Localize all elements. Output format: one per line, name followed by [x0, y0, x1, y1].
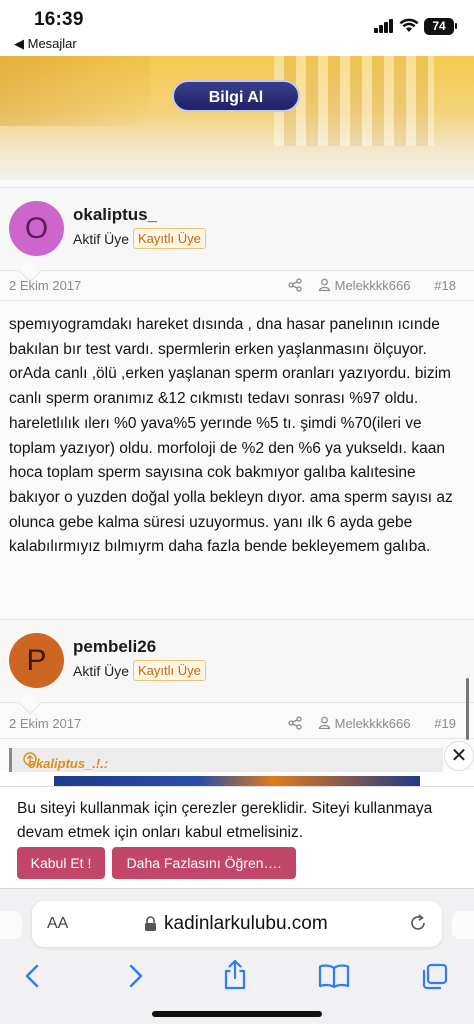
- post-meta: 2 Ekim 2017 Melekkkk666 #18: [0, 274, 474, 298]
- share-icon[interactable]: [288, 278, 302, 292]
- username[interactable]: okaliptus_: [73, 205, 157, 225]
- reload-icon[interactable]: [408, 913, 428, 933]
- battery-indicator: 74: [424, 18, 457, 35]
- bookmarks-icon[interactable]: [318, 963, 350, 989]
- address-bar[interactable]: AA kadinlarkulubu.com: [32, 901, 442, 947]
- status-bar: 16:39 ◀ Mesajlar 74: [0, 0, 474, 56]
- promo-banner: Bilgi Al: [0, 56, 474, 180]
- post-date[interactable]: 2 Ekim 2017: [9, 716, 81, 731]
- quote-block[interactable]: okaliptus_.!.:: [9, 748, 443, 772]
- user-title: Aktif Üye: [73, 663, 130, 679]
- lock-icon: [145, 916, 156, 931]
- member-badge: Kayıtlı Üye: [133, 660, 206, 681]
- browser-toolbar: AA kadinlarkulubu.com: [0, 888, 474, 1024]
- avatar[interactable]: O: [9, 201, 64, 256]
- post-meta: 2 Ekim 2017 Melekkkk666 #19: [0, 712, 474, 736]
- learn-more-button[interactable]: Daha Fazlasını Öğren….: [112, 847, 296, 879]
- post-user-header: O okaliptus_ Aktif Üye Kayıtlı Üye: [0, 187, 474, 283]
- post-author-ref[interactable]: Melekkkk666: [318, 278, 411, 293]
- accept-cookies-button[interactable]: Kabul Et !: [17, 847, 105, 879]
- close-icon[interactable]: ✕: [444, 741, 474, 771]
- quote-author[interactable]: okaliptus_.!.:: [28, 756, 108, 771]
- bilgi-al-button[interactable]: Bilgi Al: [172, 80, 300, 112]
- home-indicator: [152, 1011, 322, 1017]
- forward-icon[interactable]: [124, 963, 146, 989]
- wifi-icon: [399, 18, 419, 32]
- reader-aa-button[interactable]: AA: [47, 915, 68, 933]
- post-author-ref[interactable]: Melekkkk666: [318, 716, 411, 731]
- user-icon: [318, 278, 331, 292]
- cookie-text: Bu siteyi kullanmak için çerezler gerekl…: [17, 800, 433, 841]
- next-tab-peek[interactable]: [452, 911, 474, 939]
- post-date[interactable]: 2 Ekim 2017: [9, 278, 81, 293]
- share-icon[interactable]: [288, 716, 302, 730]
- back-to-app-link[interactable]: ◀ Mesajlar: [14, 36, 77, 52]
- back-icon[interactable]: [22, 963, 44, 989]
- post-body: spemıyogramdakı hareket dısında , dna ha…: [9, 316, 453, 556]
- previous-tab-peek[interactable]: [0, 911, 22, 939]
- post-user-header: P pembeli26 Aktif Üye Kayıtlı Üye: [0, 619, 474, 715]
- signal-icon: [374, 19, 394, 33]
- scrollbar[interactable]: [466, 678, 469, 740]
- status-time: 16:39: [34, 9, 84, 30]
- author-name: Melekkkk666: [334, 716, 411, 731]
- post-number[interactable]: #18: [434, 278, 456, 293]
- avatar[interactable]: P: [9, 633, 64, 688]
- post-number[interactable]: #19: [434, 716, 456, 731]
- ad-banner[interactable]: [54, 776, 420, 786]
- member-badge: Kayıtlı Üye: [133, 228, 206, 249]
- url-text[interactable]: kadinlarkulubu.com: [164, 913, 328, 935]
- author-name: Melekkkk666: [334, 278, 411, 293]
- user-title: Aktif Üye: [73, 231, 130, 247]
- username[interactable]: pembeli26: [73, 637, 156, 657]
- share-sheet-icon[interactable]: [222, 959, 248, 991]
- cookie-notice: Bu siteyi kullanmak için çerezler gerekl…: [0, 786, 474, 888]
- tabs-icon[interactable]: [420, 963, 448, 991]
- user-icon: [318, 716, 331, 730]
